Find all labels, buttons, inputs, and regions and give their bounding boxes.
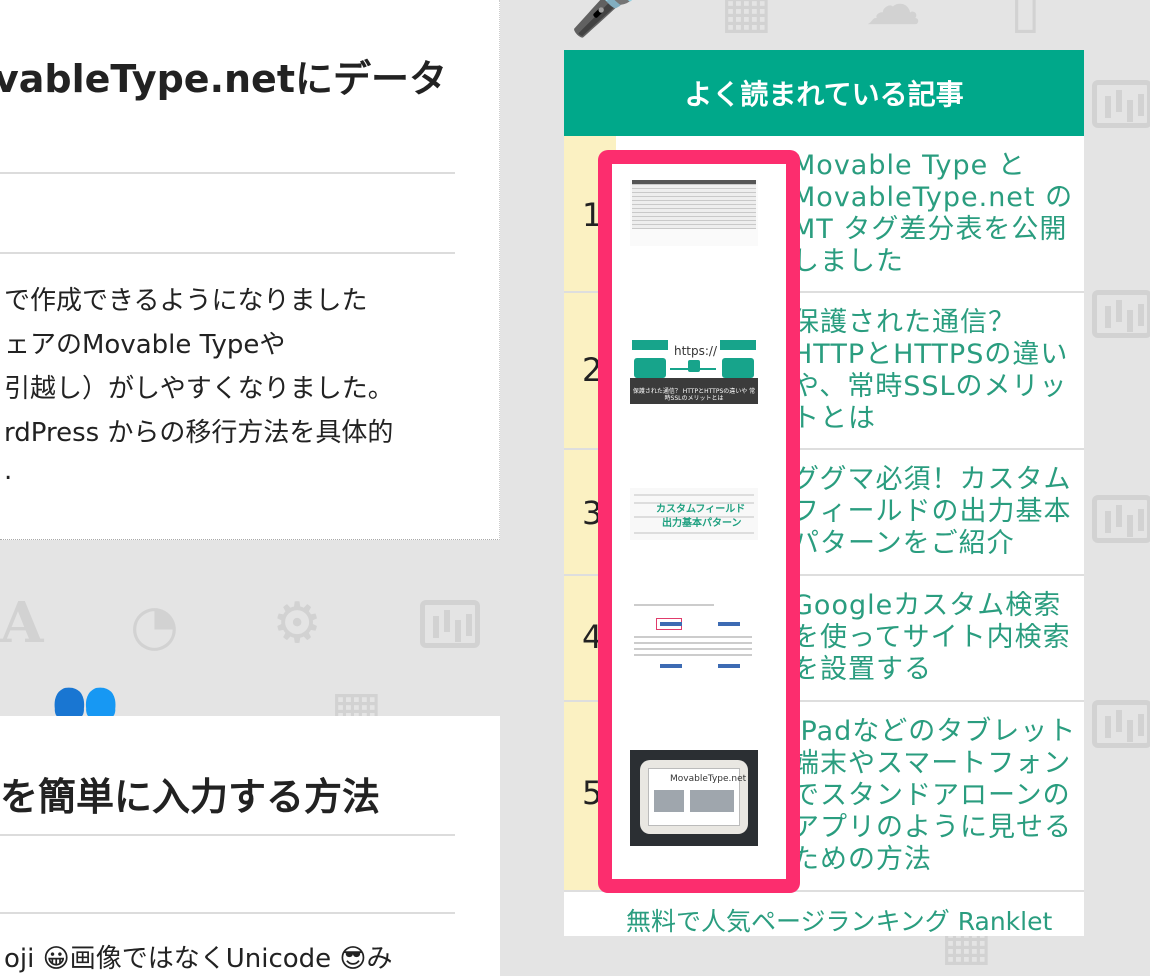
article-excerpt: oji 😀画像ではなくUnicode 😎み <box>4 944 393 974</box>
thumbnail-logo-text: MovableType.net <box>670 774 747 784</box>
server-icon <box>722 358 754 378</box>
ranking-item-title[interactable]: Movable Type と MovableType.net の MT タグ差分… <box>792 150 1082 278</box>
users-icon <box>634 358 666 378</box>
thumbnail-google-search[interactable] <box>630 600 758 672</box>
thumbnail-custom-field[interactable]: カスタムフィールド 出力基本パターン <box>630 488 758 540</box>
article-title[interactable]: を簡単に入力する方法 <box>0 766 380 821</box>
divider <box>0 912 455 914</box>
article-card: を簡単に入力する方法 oji 😀画像ではなくUnicode 😎み <box>0 716 500 976</box>
bg-chart-icon <box>1092 290 1150 338</box>
bg-cloud-icon: ☁ <box>865 0 921 38</box>
thumbnail-caption: 保護された通信？ HTTPとHTTPSの違いや 常時SSLのメリットとは <box>632 388 756 402</box>
thumbnail-label: 出力基本パターン <box>662 518 742 529</box>
thumbnail-https[interactable]: https:// 保護された通信？ HTTPとHTTPSの違いや 常時SSLのメ… <box>630 338 758 404</box>
thumbnail-label: カスタムフィールド <box>656 504 746 515</box>
bg-chart-icon <box>1092 700 1150 748</box>
ranking-item-title[interactable]: ググマ必須！カスタムフィールドの出力基本パターンをご紹介 <box>792 464 1082 560</box>
thumbnail-ipad-photo[interactable]: MovableType.net <box>630 750 758 846</box>
widget-title: よく読まれている記事 <box>564 50 1084 136</box>
article-excerpt: で作成できるようになりました <box>4 286 368 316</box>
article-card: ovableType.netにデータ で作成できるようになりました ェアのMov… <box>0 0 500 540</box>
divider <box>0 252 455 254</box>
ranklet-credit-link[interactable]: 無料で人気ページランキング Ranklet <box>626 902 1052 938</box>
ranking-item-title[interactable]: 保護された通信？HTTPとHTTPSの違いや、常時SSLのメリットとは <box>792 307 1082 435</box>
bg-gear-icon: ⚙ <box>272 591 323 656</box>
https-label: https:// <box>674 344 718 358</box>
article-excerpt: . <box>4 456 13 486</box>
bg-chart-icon <box>1092 495 1150 543</box>
ranking-item-title[interactable]: iPadなどのタブレット端末やスマートフォンでスタンドアローンのアプリのように見… <box>792 716 1082 876</box>
bg-font-icon: A <box>0 590 44 656</box>
thumbnail-tag-table[interactable] <box>630 180 758 246</box>
divider <box>0 172 455 174</box>
bg-microphone-icon: 🎤 <box>570 0 640 40</box>
divider <box>0 834 455 836</box>
lock-icon <box>688 360 700 372</box>
article-title[interactable]: ovableType.netにデータ <box>0 48 447 103</box>
article-excerpt: 引越し）がしやすくなりました。 <box>4 374 394 404</box>
bg-phone-icon: ▯ <box>1010 0 1041 40</box>
article-excerpt: ェアのMovable Typeや <box>4 330 286 360</box>
article-excerpt: rdPress からの移行方法を具体的 <box>4 418 394 448</box>
bg-chart-icon <box>420 600 480 648</box>
bg-chart-icon <box>1092 80 1150 128</box>
bg-rss-icon: ◔ <box>130 593 179 658</box>
ranking-item-title[interactable]: Googleカスタム検索を使ってサイト内検索を設置する <box>792 590 1082 686</box>
bg-calendar-icon: ▦ <box>720 0 773 40</box>
